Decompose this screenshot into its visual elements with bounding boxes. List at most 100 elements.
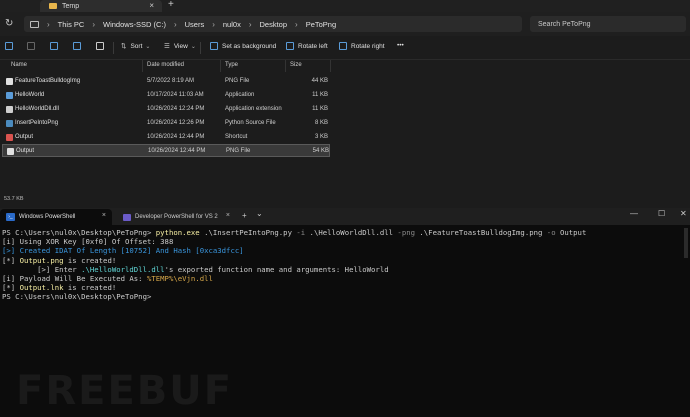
file-row[interactable]: FeatureToastBulldogImg 5/7/2022 8:19 AM … <box>2 75 330 88</box>
close-window-button[interactable]: ✕ <box>680 209 687 218</box>
toolbar-divider <box>113 42 114 54</box>
file-size: 11 KB <box>312 92 328 98</box>
address-row: ↻ › This PC › Windows-SSD (C:) › Users ›… <box>0 12 690 36</box>
tab-dropdown-icon[interactable]: ⌄ <box>256 209 263 218</box>
breadcrumb-petopng[interactable]: PeToPng <box>306 20 336 29</box>
file-row[interactable]: HelloWorldDll.dll 10/26/2024 12:24 PM Ap… <box>2 103 330 116</box>
console-line: PS C:\Users\nul0x\Desktop\PeToPng> pytho… <box>2 228 587 237</box>
address-bar[interactable]: › This PC › Windows-SSD (C:) › Users › n… <box>24 16 522 32</box>
file-date: 10/26/2024 12:44 PM <box>148 148 206 154</box>
status-bar-size: 53.7 KB <box>4 196 24 202</box>
file-date: 10/26/2024 12:24 PM <box>147 106 205 112</box>
sort-icon: ⇅ <box>121 43 127 50</box>
powershell-icon: ›_ <box>6 213 15 221</box>
file-type: Python Source File <box>225 120 276 126</box>
terminal-scrollbar[interactable] <box>684 228 688 258</box>
file-row[interactable]: HelloWorld 10/17/2024 11:03 AM Applicati… <box>2 89 330 102</box>
refresh-icon[interactable]: ↻ <box>5 18 13 29</box>
python-file-icon <box>6 120 13 127</box>
rotate-left-button[interactable]: Rotate left <box>286 42 328 50</box>
toolbar-divider <box>200 42 201 54</box>
file-name: HelloWorldDll.dll <box>15 106 59 112</box>
more-options-button[interactable]: ••• <box>397 42 404 49</box>
new-terminal-tab-button[interactable]: + <box>242 211 247 220</box>
search-input[interactable]: Search PeToPng <box>530 16 686 32</box>
file-date: 5/7/2022 8:19 AM <box>147 78 195 84</box>
terminal-tab-label: Developer PowerShell for VS 2 <box>135 214 218 220</box>
rotate-right-label: Rotate right <box>351 42 385 50</box>
set-background-button[interactable]: Set as background <box>210 42 276 50</box>
file-size: 44 KB <box>311 78 328 84</box>
terminal-tab-powershell[interactable]: ›_ Windows PowerShell × <box>0 209 112 225</box>
column-header-size[interactable]: Size <box>290 62 302 68</box>
chevron-right-icon: › <box>92 19 96 29</box>
minimize-button[interactable]: — <box>630 209 638 218</box>
column-divider[interactable] <box>220 60 221 72</box>
set-background-label: Set as background <box>222 42 277 50</box>
rotate-left-label: Rotate left <box>298 42 328 50</box>
file-row-selected[interactable]: Output 10/26/2024 12:44 PM PNG File 54 K… <box>2 144 330 157</box>
shortcut-icon <box>6 134 13 141</box>
column-headers: Name Date modified Type Size <box>0 60 690 72</box>
console-line: [*] Output.lnk is created! <box>2 283 117 293</box>
close-tab-icon[interactable]: × <box>226 212 230 219</box>
delete-icon[interactable] <box>96 42 104 50</box>
close-tab-icon[interactable]: × <box>102 212 106 219</box>
monitor-icon <box>30 20 39 28</box>
png-file-icon <box>7 148 14 155</box>
copy-icon[interactable] <box>5 42 13 50</box>
rotate-right-icon <box>339 42 347 50</box>
developer-powershell-icon <box>123 213 131 221</box>
file-name: FeatureToastBulldogImg <box>15 78 81 84</box>
column-header-name[interactable]: Name <box>11 62 27 68</box>
close-tab-icon[interactable]: × <box>149 1 154 10</box>
chevron-down-icon: ⌄ <box>145 43 151 50</box>
console-line: PS C:\Users\nul0x\Desktop\PeToPng> <box>2 292 156 302</box>
terminal-tab-dev-powershell[interactable]: Developer PowerShell for VS 2 × <box>116 209 236 225</box>
dll-file-icon <box>6 106 13 113</box>
chevron-right-icon: › <box>248 19 252 29</box>
breadcrumb-desktop[interactable]: Desktop <box>260 20 288 29</box>
view-label: View <box>173 42 188 50</box>
maximize-button[interactable]: ☐ <box>658 209 665 218</box>
column-divider[interactable] <box>285 60 286 72</box>
explorer-tab-bar: Temp × + <box>0 0 690 12</box>
file-name: InsertPeIntoPng <box>15 120 59 126</box>
chevron-down-icon: ⌄ <box>190 43 196 50</box>
terminal-tab-label: Windows PowerShell <box>19 214 76 220</box>
image-icon <box>210 42 218 50</box>
column-header-type[interactable]: Type <box>225 62 238 68</box>
console-line: [i] Payload Will Be Executed As: %TEMP%\… <box>2 274 213 284</box>
chevron-right-icon: › <box>212 19 215 29</box>
rename-icon[interactable] <box>50 42 58 50</box>
file-size: 54 KB <box>312 148 329 154</box>
column-divider[interactable] <box>142 60 143 72</box>
terminal-output[interactable]: PS C:\Users\nul0x\Desktop\PeToPng> pytho… <box>2 228 688 302</box>
new-tab-button[interactable]: + <box>168 0 174 10</box>
file-date: 10/26/2024 12:26 PM <box>147 120 205 126</box>
file-row[interactable]: InsertPeIntoPng 10/26/2024 12:26 PM Pyth… <box>2 117 330 130</box>
chevron-right-icon: › <box>173 19 177 29</box>
sort-label: Sort <box>130 42 143 50</box>
breadcrumb-this-pc[interactable]: This PC <box>58 20 85 29</box>
view-button[interactable]: ☰ View ⌄ <box>164 42 196 51</box>
view-icon: ☰ <box>164 43 170 50</box>
breadcrumb-users[interactable]: Users <box>185 20 205 29</box>
file-name: HelloWorld <box>15 92 45 98</box>
rotate-right-button[interactable]: Rotate right <box>339 42 385 50</box>
file-size: 11 KB <box>312 106 328 112</box>
explorer-tab[interactable]: Temp × <box>40 0 162 12</box>
file-row[interactable]: Output 10/26/2024 12:44 PM Shortcut 3 KB <box>2 131 330 144</box>
paste-icon[interactable] <box>27 42 35 50</box>
column-divider[interactable] <box>330 60 331 72</box>
chevron-right-icon: › <box>47 19 50 29</box>
share-icon[interactable] <box>73 42 81 50</box>
file-type: Application <box>225 92 255 98</box>
console-line: [>] Created IDAT Of Length [10752] And H… <box>2 246 244 256</box>
column-header-date[interactable]: Date modified <box>147 62 184 68</box>
breadcrumb-drive[interactable]: Windows-SSD (C:) <box>103 20 166 29</box>
command-bar: ⇅ Sort ⌄ ☰ View ⌄ Set as background Rota… <box>0 36 690 60</box>
sort-button[interactable]: ⇅ Sort ⌄ <box>121 42 151 51</box>
file-size: 8 KB <box>314 120 328 126</box>
breadcrumb-user[interactable]: nul0x <box>223 20 241 29</box>
